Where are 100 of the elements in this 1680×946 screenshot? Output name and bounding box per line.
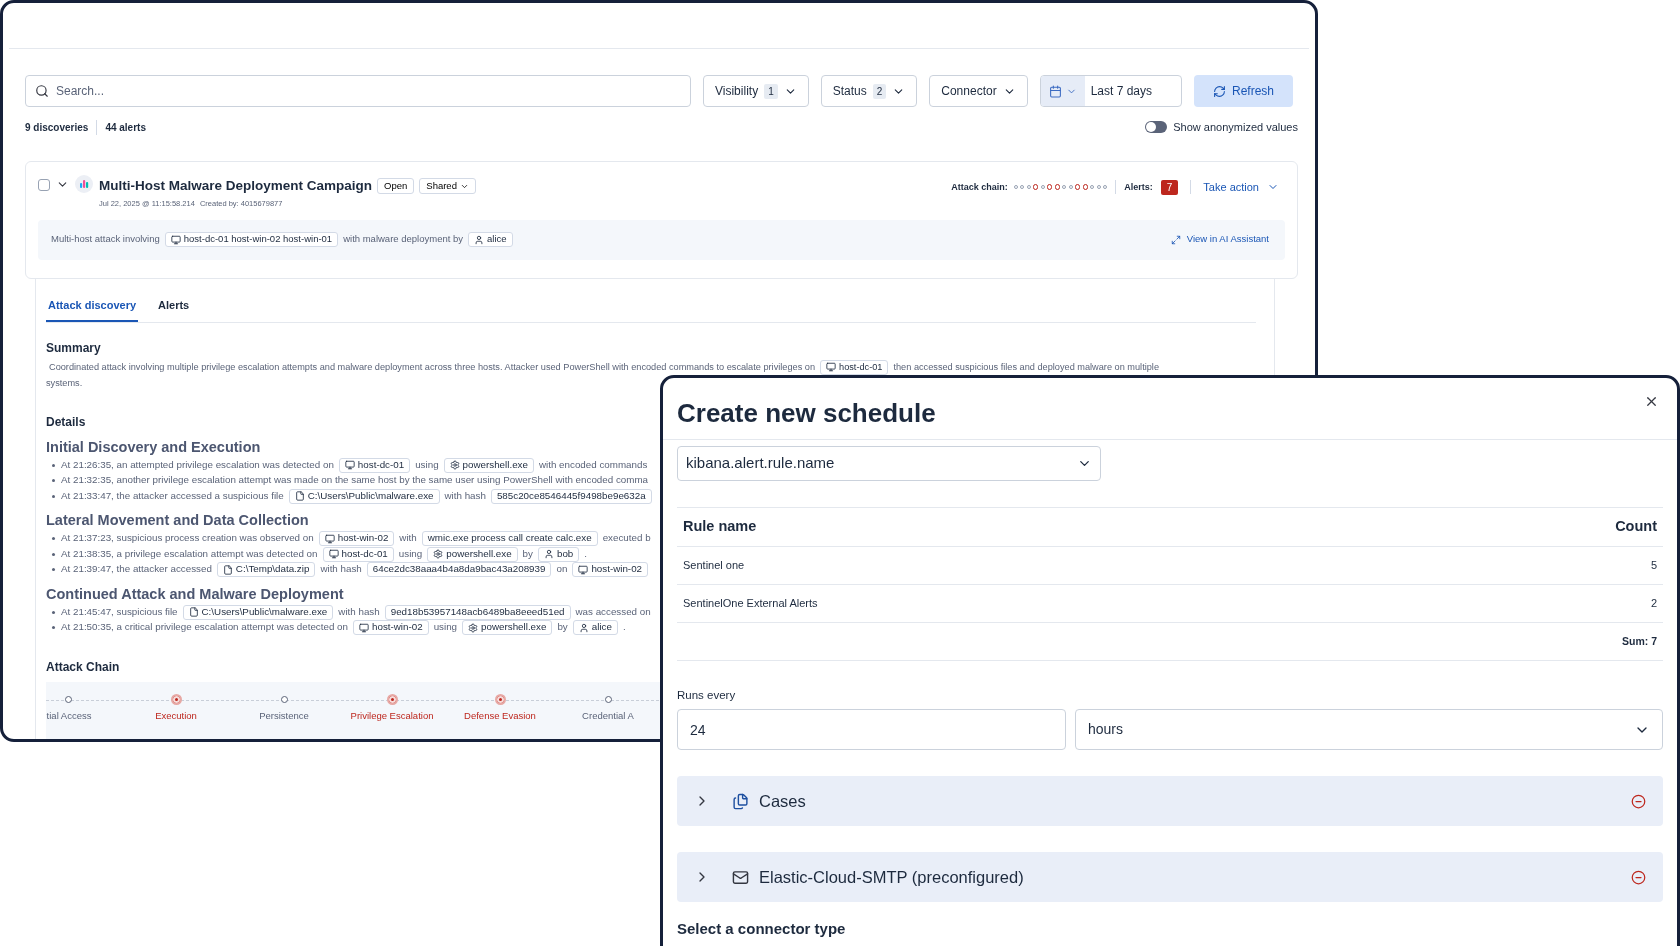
entity-chip[interactable]: wmic.exe process call create calc.exe [421,531,598,547]
entity-chip[interactable]: host-dc-01 host-win-02 host-win-01 [164,232,339,247]
count-label: 44 alerts [96,119,146,135]
filter-count: 1 [764,83,778,99]
tab[interactable]: Attack discovery [46,297,139,322]
details-heading: Details [46,413,86,431]
tab[interactable]: Alerts [156,297,192,322]
table-cell-text: SentinelOne External Alerts [683,596,818,612]
connector-heading: Select a connector type [677,919,847,940]
count-label: 9 discoveries [25,120,89,135]
view-in-ai-assistant-link[interactable]: View in AI Assistant [1170,232,1269,247]
monitor-icon [826,362,837,373]
bullet-icon [52,568,55,572]
text-fragment: using [433,620,458,635]
text-fragment: with [399,531,417,546]
gear-icon [468,622,479,633]
entity-chip[interactable]: host-win-02 [318,531,395,547]
text-fragment: Multi-host attack involving [51,232,160,247]
action-panel[interactable]: Cases [677,776,1663,827]
text-fragment: At 21:26:35, an attempted privilege escalation was detected on [61,457,334,472]
text-fragment: At 21:33:47, the attacker accessed a suspicious file [61,488,284,503]
entity-chip[interactable]: alice [572,620,618,636]
status-badge: Open [377,178,415,195]
remove-icon[interactable] [1631,793,1646,809]
app-logo-icon [75,175,93,193]
entity-chip[interactable]: host-win-02 [353,620,429,636]
text-fragment: with encoded commands [538,457,648,472]
user-icon [543,549,554,560]
monitor-icon [344,460,355,471]
expand-icon [1170,234,1181,245]
search-field[interactable]: Search... [25,75,691,107]
filter-dropdown[interactable]: Status 2 [820,75,918,107]
alerts-count-badge: 7 [1160,179,1179,195]
refresh-button[interactable]: Refresh [1193,75,1293,107]
entity-chip[interactable]: 9ed18b53957148acb6489ba8eeed51ed [384,604,571,620]
text-fragment: on [556,562,568,577]
entity-chip[interactable]: host-dc-01 [820,359,889,375]
date-picker-button[interactable] [1040,76,1085,106]
section-heading: Lateral Movement and Data Collection [46,511,309,531]
filter-dropdown[interactable]: Connector [929,75,1028,107]
attack-chain-heading: Attack Chain [46,658,120,676]
bullet-icon [52,463,55,467]
text-fragment: At 21:39:47, the attacker accessed [61,562,212,577]
bullet-icon [52,552,55,556]
text-fragment: At 21:45:47, suspicious file [61,604,178,619]
toggle-switch[interactable] [1145,121,1168,133]
remove-icon[interactable] [1631,869,1646,885]
text-fragment: At 21:50:35, a critical privilege escalation attempt was detected on [61,620,348,635]
search-icon [35,84,49,98]
monitor-icon [170,234,181,245]
entity-chip[interactable]: 64ce2dc38aaa4b4a8da9bac43a208939 [366,562,552,578]
bullet-icon [52,610,55,614]
action-panel[interactable]: Elastic-Cloud-SMTP (preconfigured) [677,852,1663,903]
entity-chip[interactable]: 585c20ce8546445f9498be9e632a [490,488,652,504]
unit-dropdown[interactable]: hours [1075,709,1663,751]
documents-icon [732,792,749,810]
stage-label: Privilege Escalation [350,708,434,723]
text-fragment: with hash [338,604,380,619]
filter-dropdown[interactable]: Visibility 1 [703,75,809,107]
entity-chip[interactable]: C:\Users\Public\malware.exe [182,604,334,620]
monitor-icon [359,622,369,633]
mail-icon [732,868,749,886]
action-label: Elastic-Cloud-SMTP (preconfigured) [759,866,1024,888]
toggle-label: Show anonymized values [1173,119,1298,135]
text-fragment: At 21:38:35, a privilege escalation attempt was detected on [61,546,318,561]
sum-label: Sum: 7 [1622,633,1657,649]
refresh-icon [1212,84,1226,98]
stage-label: itial Access [46,708,92,723]
file-icon [188,607,199,618]
user-icon [474,234,484,245]
action-label: Cases [759,790,806,812]
entity-chip[interactable]: bob [537,546,580,562]
file-icon [294,491,305,502]
entity-chip[interactable]: alice [468,232,513,247]
stage-label: Defense Evasion [464,708,536,723]
entity-chip[interactable]: powershell.exe [427,546,518,562]
entity-chip[interactable]: host-dc-01 [338,457,411,473]
take-action-button[interactable]: Take action [1203,179,1279,196]
checkbox[interactable] [38,179,50,191]
entity-chip[interactable]: C:\Users\Public\malware.exe [288,488,440,504]
entity-chip[interactable]: host-dc-01 [322,546,394,562]
entity-chip[interactable]: host-win-02 [572,562,649,578]
monitor-icon [578,564,589,575]
entity-chip[interactable]: powershell.exe [462,620,553,636]
entity-chip[interactable]: C:\Temp\data.zip [216,562,316,578]
summary-heading: Summary [46,339,101,357]
entity-chip[interactable]: powershell.exe [443,457,534,473]
group-by-dropdown[interactable]: kibana.alert.rule.name [677,446,1101,481]
interval-input[interactable]: 24 [677,709,1066,751]
gear-icon [449,460,460,471]
column-header: Count [1615,517,1657,537]
alerts-label: Alerts: [1124,180,1153,194]
text-fragment: . [584,546,588,561]
sharing-dropdown[interactable]: Shared [419,178,476,195]
text-fragment: by [522,546,533,561]
filter-count: 2 [872,83,887,99]
user-icon [578,622,589,633]
runs-every-label: Runs every [677,688,737,703]
text-fragment: executed b [602,531,651,546]
close-icon [1644,394,1659,409]
